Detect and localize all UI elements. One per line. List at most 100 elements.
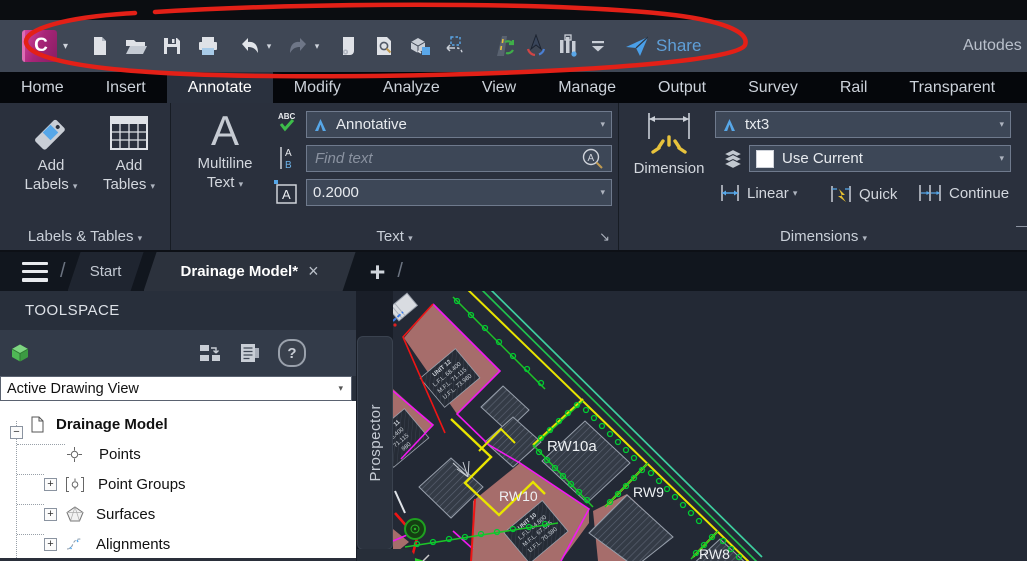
multiline-text-button[interactable]: A Multiline Text ▾	[185, 108, 265, 194]
plot-preview-icon[interactable]	[336, 34, 360, 58]
find-search-icon[interactable]: A	[581, 147, 605, 171]
dim-layer-value: Use Current	[782, 150, 863, 167]
tab-insert[interactable]: Insert	[85, 72, 167, 103]
tab-survey[interactable]: Survey	[727, 72, 819, 103]
panel-title-dimensions[interactable]: Dimensions ▾	[619, 228, 1027, 245]
undo-caret-icon[interactable]: ▾	[264, 41, 274, 52]
tab-view[interactable]: View	[461, 72, 537, 103]
panel-title-text[interactable]: Text ▾	[171, 228, 618, 245]
tab-output[interactable]: Output	[637, 72, 727, 103]
svg-text:A: A	[285, 148, 292, 159]
block-cube-icon[interactable]	[408, 34, 432, 58]
file-tab-drainage-model[interactable]: Drainage Model* ×	[144, 252, 356, 291]
tree-item-point-groups[interactable]: + Point Groups	[0, 469, 186, 499]
tab-home[interactable]: Home	[0, 72, 85, 103]
help-icon[interactable]: ?	[278, 339, 306, 367]
tree-item-label: Point Groups	[98, 475, 186, 493]
save-icon[interactable]	[160, 34, 184, 58]
tab-infraworks[interactable]: InfraWo	[1016, 72, 1027, 103]
multiline-line1: Multiline	[197, 155, 253, 172]
tab-modify[interactable]: Modify	[273, 72, 362, 103]
find-text-input[interactable]	[313, 149, 557, 168]
quick-dim-button[interactable]: Quick	[829, 183, 897, 205]
drawing-canvas[interactable]: UNIT 12 L.F.L. 68.400 M.F.L. 71.115 U.F.…	[393, 291, 1027, 561]
ribbon-tab-row: Home Insert Annotate Modify Analyze View…	[0, 72, 1027, 103]
dim-style-value: txt3	[745, 116, 770, 133]
tab-transparent[interactable]: Transparent	[888, 72, 1016, 103]
civil3d-window: C ▾ ▾ ▾ Share Autodes Home Insert Annota…	[0, 0, 1027, 561]
drawing-viewport[interactable]: UNIT 12 L.F.L. 68.400 M.F.L. 71.115 U.F.…	[393, 291, 1027, 561]
tree-item-alignments[interactable]: + Alignments	[0, 529, 170, 558]
expand-expander[interactable]: +	[44, 537, 57, 551]
open-folder-icon[interactable]	[124, 34, 148, 58]
panel-labels-tables: Add Labels ▾ Add Tables ▾ Labels & Table…	[0, 103, 171, 250]
app-menu-caret-icon[interactable]: ▾	[63, 41, 68, 52]
surfaces-icon	[66, 506, 84, 522]
civil3d-logo[interactable]: C	[22, 30, 57, 62]
find-text-box[interactable]: A	[306, 145, 612, 172]
expand-expander[interactable]: +	[44, 477, 57, 491]
add-tables-line1: Add	[115, 157, 143, 174]
text-align-icon[interactable]: AB	[275, 145, 301, 171]
panel-dimensions: Dimension txt3 ▾ Use Current ▾ Linear ▾ …	[619, 103, 1027, 250]
expand-expander[interactable]: +	[44, 507, 57, 521]
drawing-icon	[31, 416, 44, 432]
text-style-icon[interactable]: A	[273, 179, 299, 207]
add-tables-line2: Tables ▾	[102, 176, 156, 193]
add-labels-line1: Add	[37, 157, 65, 174]
share-button[interactable]: Share	[656, 36, 701, 56]
tree-item-points[interactable]: Points	[0, 439, 141, 469]
tab-annotate[interactable]: Annotate	[166, 72, 273, 103]
tab-rail[interactable]: Rail	[819, 72, 889, 103]
dimension-button[interactable]: Dimension	[625, 107, 713, 178]
north-rotate-icon[interactable]	[524, 34, 548, 58]
linear-dim-button[interactable]: Linear ▾	[719, 183, 797, 203]
dim-style-combo[interactable]: txt3 ▾	[715, 111, 1011, 138]
active-drawing-cube-icon[interactable]	[8, 341, 32, 365]
continue-dim-button[interactable]: Continue	[917, 183, 1009, 203]
file-tab-bar: / Start Drainage Model* × + /	[0, 252, 1027, 291]
tab-analyze[interactable]: Analyze	[362, 72, 461, 103]
spell-check-icon[interactable]: ABC	[275, 111, 301, 135]
close-tab-icon[interactable]: ×	[308, 261, 319, 282]
tree-root-label: Drainage Model	[56, 415, 168, 433]
dynamic-move-icon[interactable]	[444, 34, 468, 58]
tab-manage[interactable]: Manage	[537, 72, 637, 103]
view-selector-dropdown[interactable]: Active Drawing View ▾	[0, 376, 352, 401]
new-drawing-tab-button[interactable]: +	[370, 254, 386, 290]
add-labels-button[interactable]: Add Labels ▾	[16, 110, 86, 196]
new-file-icon[interactable]	[88, 34, 112, 58]
annotative-icon	[724, 118, 735, 131]
panorama-report-icon[interactable]	[238, 342, 262, 364]
panel-title-labels-tables[interactable]: Labels & Tables ▾	[0, 228, 170, 245]
file-tab-start[interactable]: Start	[68, 252, 144, 291]
tab-next-partial[interactable]	[357, 549, 415, 561]
plot-print-icon[interactable]	[196, 34, 220, 58]
panel-text: A Multiline Text ▾ ABC AB A Annotative ▾…	[171, 103, 619, 250]
toolspace-palette: TOOLSPACE ? Active Drawing View ▾ − Drai…	[0, 291, 356, 561]
toolbar-customize-icon[interactable]	[586, 34, 610, 58]
tree-item-drawing-root[interactable]: − Drainage Model	[0, 409, 168, 439]
profile-view-icon[interactable]	[556, 34, 580, 58]
text-style-combo[interactable]: Annotative ▾	[306, 111, 612, 138]
redo-caret-icon[interactable]: ▾	[312, 41, 322, 52]
text-style-value: Annotative	[336, 116, 407, 133]
hamburger-menu-icon[interactable]	[22, 261, 48, 282]
logo-letter: C	[34, 35, 48, 56]
item-view-toggle-icon[interactable]	[198, 342, 222, 364]
continue-dim-icon	[919, 185, 941, 201]
corridor-refresh-icon[interactable]	[490, 34, 515, 58]
text-height-combo[interactable]: 0.2000 ▾	[306, 179, 612, 206]
share-plane-icon[interactable]	[624, 34, 649, 58]
toolspace-title[interactable]: TOOLSPACE	[0, 291, 356, 330]
collapse-expander[interactable]: −	[10, 425, 23, 439]
svg-text:ABC: ABC	[278, 112, 296, 121]
undo-icon[interactable]	[238, 34, 262, 58]
tab-prospector[interactable]: Prospector	[357, 336, 393, 550]
text-dialog-launcher-icon[interactable]: ↘	[599, 229, 610, 245]
publish-search-icon[interactable]	[372, 34, 396, 58]
active-file-tab-label: Drainage Model*	[180, 263, 299, 280]
tree-item-surfaces[interactable]: + Surfaces	[0, 499, 155, 529]
dim-layer-combo[interactable]: Use Current ▾	[749, 145, 1011, 172]
add-tables-button[interactable]: Add Tables ▾	[96, 110, 162, 196]
